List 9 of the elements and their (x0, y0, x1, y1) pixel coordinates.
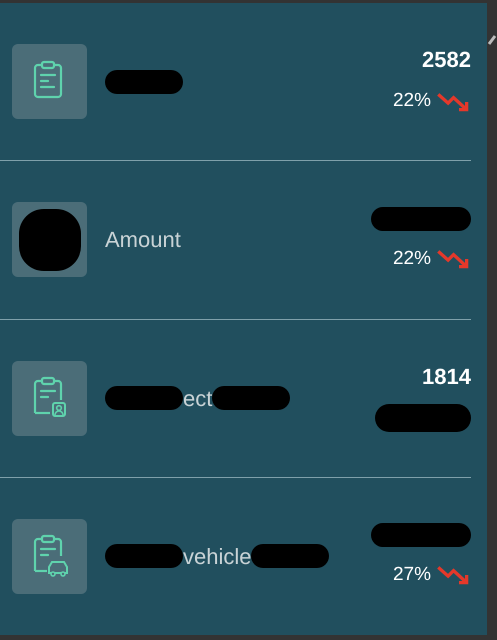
item-label: ect (183, 384, 212, 413)
item-label: vehicle (183, 542, 252, 571)
redaction-mark (18, 208, 80, 271)
stat-value: 2582 (422, 47, 471, 74)
item-label: Amount (105, 226, 181, 254)
change-percent: 22% (392, 246, 431, 271)
stat-value: 1814 (422, 364, 471, 390)
change-percent: 27% (392, 563, 431, 588)
change-percent: 22% (392, 89, 431, 114)
